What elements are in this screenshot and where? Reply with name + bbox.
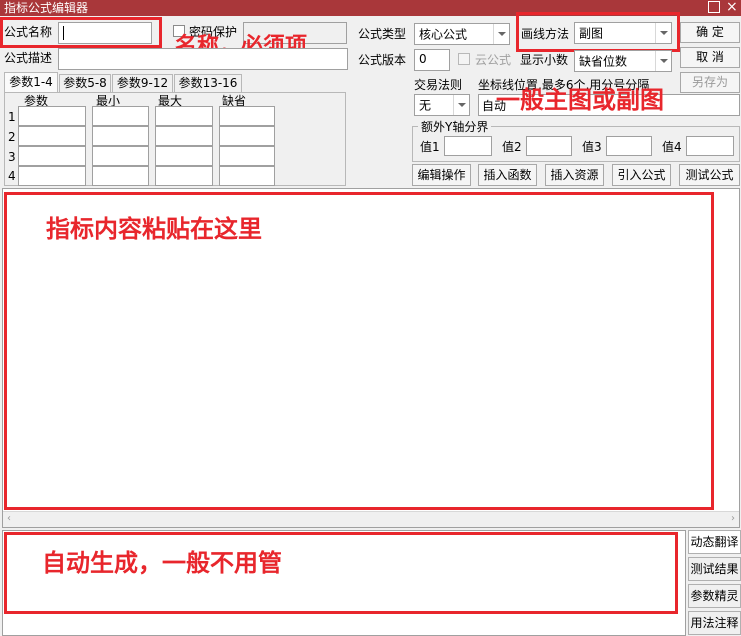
- param-4-name[interactable]: [18, 166, 86, 186]
- param-1-min[interactable]: [92, 106, 149, 126]
- import-button[interactable]: 引入公式: [612, 164, 671, 186]
- param-2-max[interactable]: [155, 126, 213, 146]
- value2-input[interactable]: [526, 136, 572, 156]
- version-input[interactable]: 0: [414, 49, 450, 71]
- trade-label: 交易法则: [414, 78, 463, 92]
- trade-select[interactable]: 无: [414, 94, 470, 116]
- value1-label: 值1: [420, 140, 440, 154]
- cancel-button[interactable]: 取 消: [680, 47, 740, 68]
- tab-param-wizard[interactable]: 参数精灵: [688, 584, 741, 608]
- tab-params-1-4[interactable]: 参数1-4: [4, 72, 58, 92]
- param-2-name[interactable]: [18, 126, 86, 146]
- save-as-button[interactable]: 另存为: [680, 72, 740, 93]
- window-title: 指标公式编辑器: [4, 1, 89, 15]
- param-2-default[interactable]: [219, 126, 275, 146]
- version-value: 0: [419, 52, 427, 66]
- type-label: 公式类型: [358, 27, 407, 41]
- value1-input[interactable]: [444, 136, 492, 156]
- type-value: 核心公式: [419, 27, 468, 42]
- value4-input[interactable]: [686, 136, 734, 156]
- tab-params-9-12[interactable]: 参数9-12: [112, 74, 173, 92]
- cloud-checkbox[interactable]: [458, 53, 470, 65]
- tab-params-13-16[interactable]: 参数13-16: [174, 74, 242, 92]
- tab-test-results[interactable]: 测试结果: [688, 557, 741, 581]
- param-1-name[interactable]: [18, 106, 86, 126]
- param-2-min[interactable]: [92, 126, 149, 146]
- chevron-down-icon: [493, 24, 509, 44]
- value2-label: 值2: [502, 140, 522, 154]
- decimals-label: 显示小数: [520, 53, 569, 67]
- test-formula-button[interactable]: 测试公式: [679, 164, 740, 186]
- decimals-value: 缺省位数: [579, 54, 628, 69]
- decimals-select[interactable]: 缺省位数: [574, 50, 672, 72]
- param-row-label: 4: [8, 169, 16, 183]
- tab-params-5-8[interactable]: 参数5-8: [59, 74, 111, 92]
- chevron-down-icon: [655, 51, 671, 71]
- content-annotation: 指标内容粘贴在这里: [46, 215, 262, 243]
- param-1-max[interactable]: [155, 106, 213, 126]
- draw-highlight-box: [516, 12, 680, 52]
- desc-label: 公式描述: [4, 51, 53, 65]
- param-4-max[interactable]: [155, 166, 213, 186]
- chevron-down-icon: [453, 95, 469, 115]
- desc-input[interactable]: [58, 48, 348, 70]
- version-label: 公式版本: [358, 53, 407, 67]
- close-icon[interactable]: ×: [726, 0, 738, 15]
- tab-dynamic-translate[interactable]: 动态翻译: [688, 530, 741, 554]
- param-4-default[interactable]: [219, 166, 275, 186]
- param-3-name[interactable]: [18, 146, 86, 166]
- param-3-min[interactable]: [92, 146, 149, 166]
- param-row-label: 3: [8, 150, 16, 164]
- maximize-icon[interactable]: [708, 1, 720, 13]
- scroll-left-icon[interactable]: ‹: [7, 513, 11, 524]
- draw-annotation: 一般主图或副图: [496, 86, 664, 114]
- value4-label: 值4: [662, 140, 682, 154]
- scroll-right-icon[interactable]: ›: [731, 513, 735, 524]
- value3-input[interactable]: [606, 136, 652, 156]
- type-select[interactable]: 核心公式: [414, 23, 510, 45]
- trade-value: 无: [419, 98, 432, 113]
- insert-res-button[interactable]: 插入资源: [545, 164, 604, 186]
- value3-label: 值3: [582, 140, 602, 154]
- name-highlight-box: [0, 17, 162, 48]
- param-1-default[interactable]: [219, 106, 275, 126]
- param-3-default[interactable]: [219, 146, 275, 166]
- ok-button[interactable]: 确 定: [680, 22, 740, 43]
- cloud-label: 云公式: [475, 53, 512, 67]
- param-row-label: 2: [8, 130, 16, 144]
- horizontal-scrollbar[interactable]: ‹ ›: [3, 511, 739, 527]
- auto-annotation: 自动生成，一般不用管: [42, 549, 282, 577]
- yaxis-label: 额外Y轴分界: [418, 119, 492, 135]
- param-4-min[interactable]: [92, 166, 149, 186]
- param-row-label: 1: [8, 110, 16, 124]
- insert-func-button[interactable]: 插入函数: [478, 164, 537, 186]
- param-3-max[interactable]: [155, 146, 213, 166]
- tab-usage-notes[interactable]: 用法注释: [688, 611, 741, 635]
- edit-op-button[interactable]: 编辑操作: [412, 164, 471, 186]
